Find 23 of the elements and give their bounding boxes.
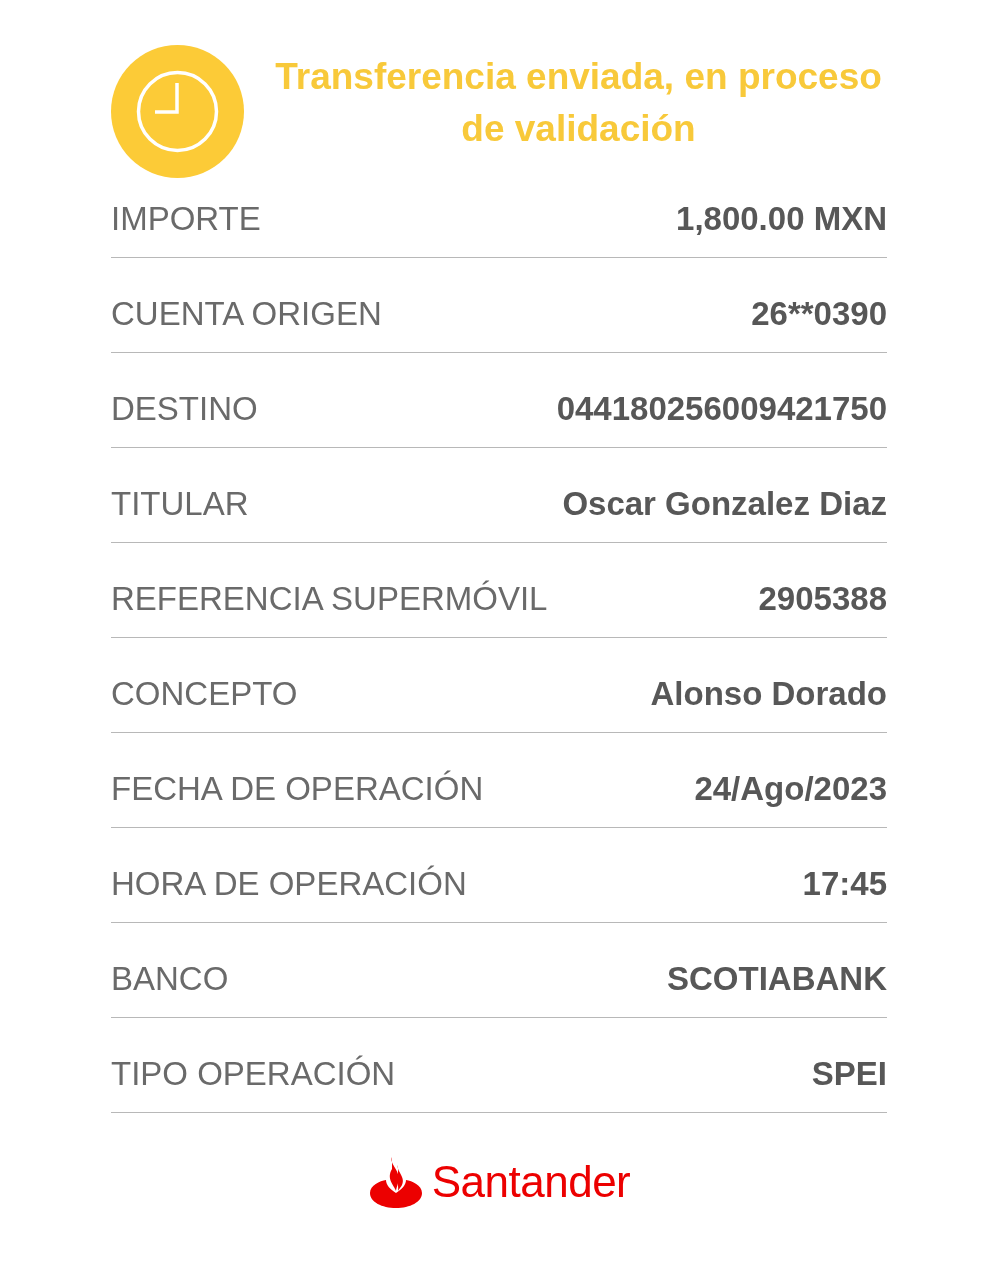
detail-label: FECHA DE OPERACIÓN [111, 770, 484, 808]
detail-label: TIPO OPERACIÓN [111, 1055, 396, 1093]
detail-label: CONCEPTO [111, 675, 298, 713]
detail-label: IMPORTE [111, 200, 261, 238]
detail-value: Alonso Dorado [650, 675, 887, 713]
detail-value: 17:45 [802, 865, 887, 903]
status-title: Transferencia enviada, en proceso de validación [274, 54, 883, 151]
detail-value: SPEI [811, 1055, 887, 1093]
detail-value: Oscar Gonzalez Diaz [562, 485, 887, 523]
detail-label: BANCO [111, 960, 229, 998]
detail-value: 24/Ago/2023 [694, 770, 887, 808]
brand-name: Santander [431, 1157, 631, 1207]
detail-value: 2905388 [758, 580, 887, 618]
detail-label: TITULAR [111, 485, 249, 523]
detail-label: DESTINO [111, 390, 258, 428]
detail-label: HORA DE OPERACIÓN [111, 865, 467, 903]
detail-label: CUENTA ORIGEN [111, 295, 382, 333]
detail-label: REFERENCIA SUPERMÓVIL [111, 580, 548, 618]
detail-value: 1,800.00 MXN [676, 200, 887, 238]
detail-value: SCOTIABANK [667, 960, 887, 998]
clock-icon [111, 45, 244, 178]
detail-value: 044180256009421750 [556, 390, 887, 428]
detail-value: 26**0390 [751, 295, 887, 333]
